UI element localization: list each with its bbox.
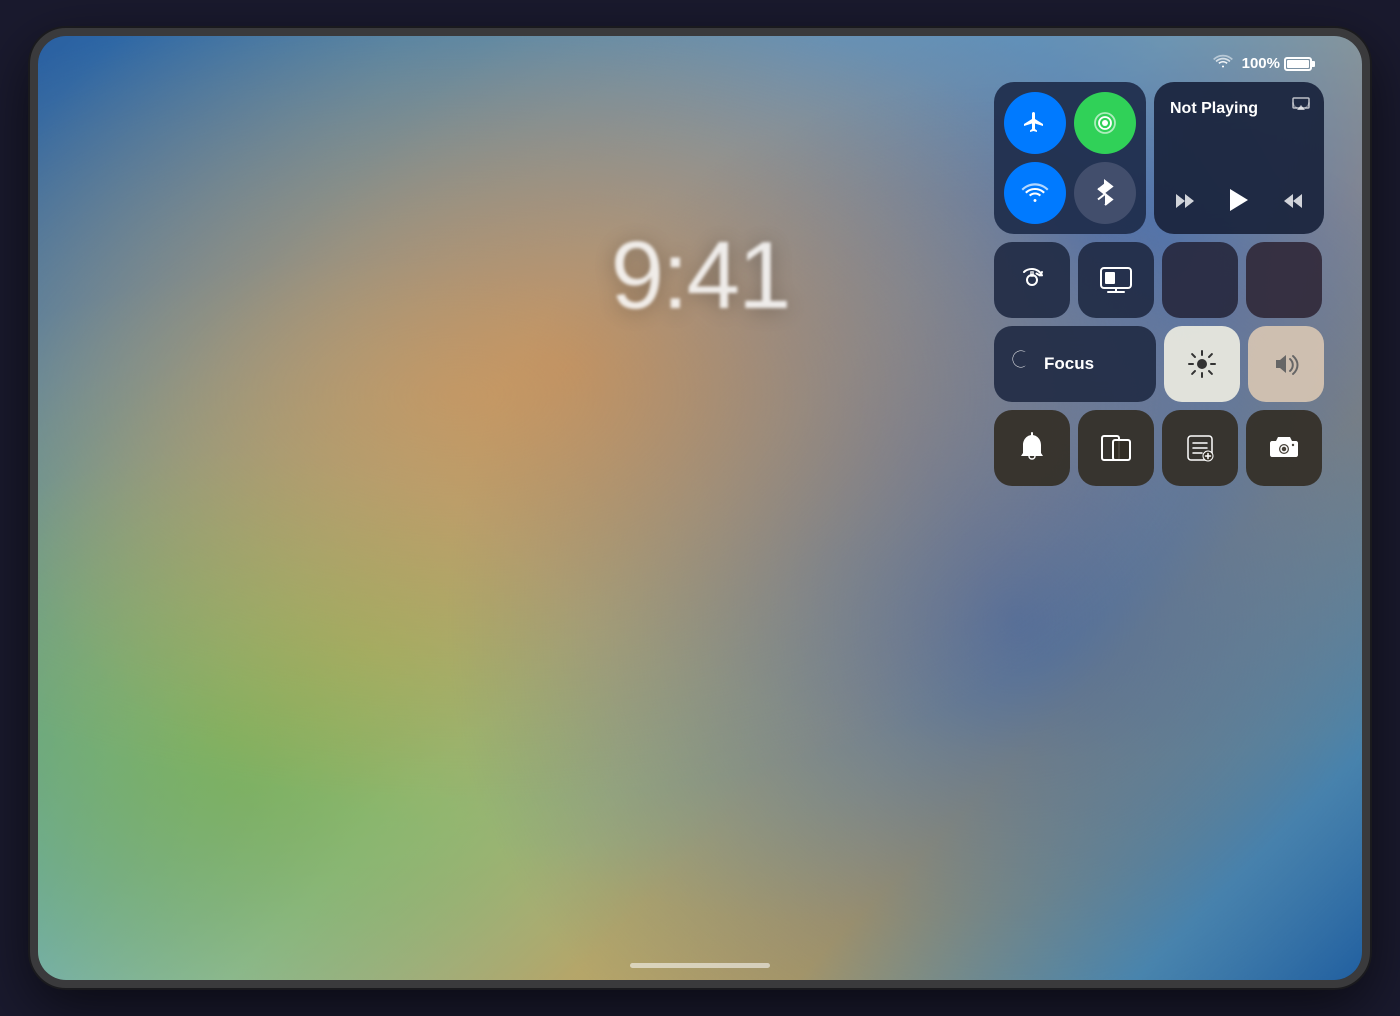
hotspot-button[interactable] [1074, 92, 1136, 154]
time-display: 9:41 [611, 221, 790, 331]
rewind-button[interactable] [1174, 192, 1196, 216]
connectivity-panel [994, 82, 1146, 234]
now-playing-panel: Not Playing [1154, 82, 1324, 234]
media-controls [1170, 187, 1308, 220]
rotation-lock-button[interactable] [994, 242, 1070, 318]
not-playing-text: Not Playing [1170, 100, 1308, 118]
wifi-status-icon [1214, 54, 1232, 73]
battery-fill [1287, 60, 1309, 68]
focus-button[interactable]: Focus [994, 326, 1156, 402]
moon-icon [1008, 348, 1034, 381]
ipad-frame: 9:41 100% [30, 28, 1370, 988]
status-bar: 100% [1214, 54, 1312, 73]
control-center: Not Playing [994, 82, 1324, 486]
airplay-icon[interactable] [1292, 96, 1310, 117]
placeholder-1-button[interactable] [1162, 242, 1238, 318]
screen-mirror-button[interactable] [1078, 242, 1154, 318]
camera-button[interactable] [1246, 410, 1322, 486]
cc-row-2 [994, 242, 1324, 318]
cc-row-3: Focus [994, 326, 1324, 402]
battery-icon [1284, 57, 1312, 71]
fast-forward-button[interactable] [1282, 192, 1304, 216]
brightness-button[interactable] [1164, 326, 1240, 402]
do-not-disturb-button[interactable] [994, 410, 1070, 486]
volume-button[interactable] [1248, 326, 1324, 402]
placeholder-2-button[interactable] [1246, 242, 1322, 318]
wifi-toggle-button[interactable] [1004, 162, 1066, 224]
multitasking-button[interactable] [1078, 410, 1154, 486]
battery-status: 100% [1242, 55, 1312, 72]
cc-row-1: Not Playing [994, 82, 1324, 234]
note-button[interactable] [1162, 410, 1238, 486]
airplane-mode-button[interactable] [1004, 92, 1066, 154]
battery-percent-text: 100% [1242, 55, 1280, 72]
home-indicator[interactable] [630, 963, 770, 968]
bluetooth-button[interactable] [1074, 162, 1136, 224]
play-button[interactable] [1228, 187, 1250, 220]
cc-row-4 [994, 410, 1324, 486]
focus-label: Focus [1044, 354, 1094, 374]
